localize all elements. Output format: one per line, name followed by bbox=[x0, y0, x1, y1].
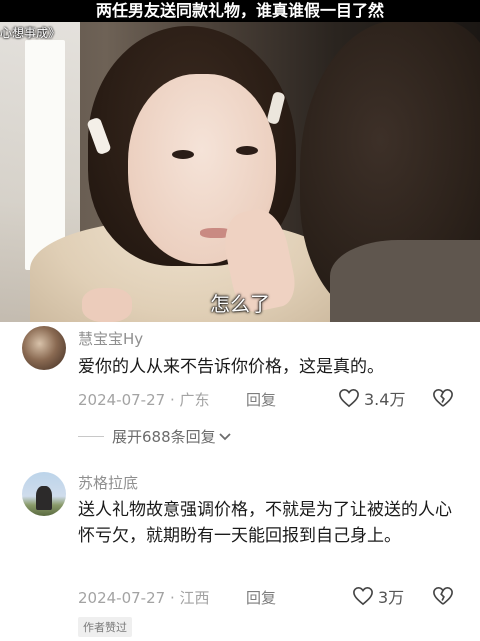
broken-heart-icon[interactable] bbox=[432, 388, 454, 408]
comment-location: · 广东 bbox=[169, 391, 210, 409]
like-count: 3.4万 bbox=[364, 390, 406, 409]
video-title: 两任男友送同款礼物，谁真谁假一目了然 bbox=[0, 0, 480, 22]
expand-replies-label: 展开688条回复 bbox=[112, 428, 216, 446]
chevron-down-icon bbox=[219, 432, 231, 440]
author-liked-badge: 作者赞过 bbox=[78, 617, 132, 637]
comment-meta: 2024-07-27 · 江西 回复 bbox=[78, 587, 276, 608]
reply-button[interactable]: 回复 bbox=[246, 587, 276, 608]
avatar[interactable] bbox=[22, 472, 66, 516]
video-player[interactable]: 两任男友送同款礼物，谁真谁假一目了然 心想事成》 怎么了 bbox=[0, 0, 480, 322]
avatar-figure bbox=[36, 486, 52, 510]
heart-outline-icon bbox=[339, 388, 359, 408]
comment-text[interactable]: 送人礼物故意强调价格，不就是为了让被送的人心怀亏欠，就期盼有一天能回报到自己身上… bbox=[78, 497, 458, 549]
like-button[interactable]: 3万 bbox=[352, 584, 404, 608]
divider-line bbox=[78, 436, 104, 437]
avatar[interactable] bbox=[22, 326, 66, 370]
video-subtitle: 怎么了 bbox=[210, 292, 270, 316]
video-tag: 心想事成》 bbox=[0, 26, 61, 40]
comment-date: 2024-07-27 bbox=[78, 391, 166, 409]
expand-replies[interactable]: 展开688条回复 bbox=[78, 426, 232, 447]
background-window bbox=[25, 40, 65, 270]
comment-username[interactable]: 慧宝宝Hy bbox=[78, 328, 143, 349]
reply-button[interactable]: 回复 bbox=[246, 389, 276, 410]
right-eye bbox=[236, 146, 258, 155]
heart-outline-icon bbox=[353, 586, 373, 606]
like-count: 3万 bbox=[378, 588, 405, 607]
comment-username[interactable]: 苏格拉底 bbox=[78, 472, 138, 493]
left-eye bbox=[172, 150, 194, 159]
comment-location: · 江西 bbox=[169, 589, 210, 607]
like-button[interactable]: 3.4万 bbox=[338, 386, 405, 410]
comment-date: 2024-07-27 bbox=[78, 589, 166, 607]
broken-heart-icon[interactable] bbox=[432, 586, 454, 606]
comment-text[interactable]: 爱你的人从来不告诉你价格，这是真的。 bbox=[78, 354, 458, 380]
comment-meta: 2024-07-27 · 广东 回复 bbox=[78, 389, 276, 410]
